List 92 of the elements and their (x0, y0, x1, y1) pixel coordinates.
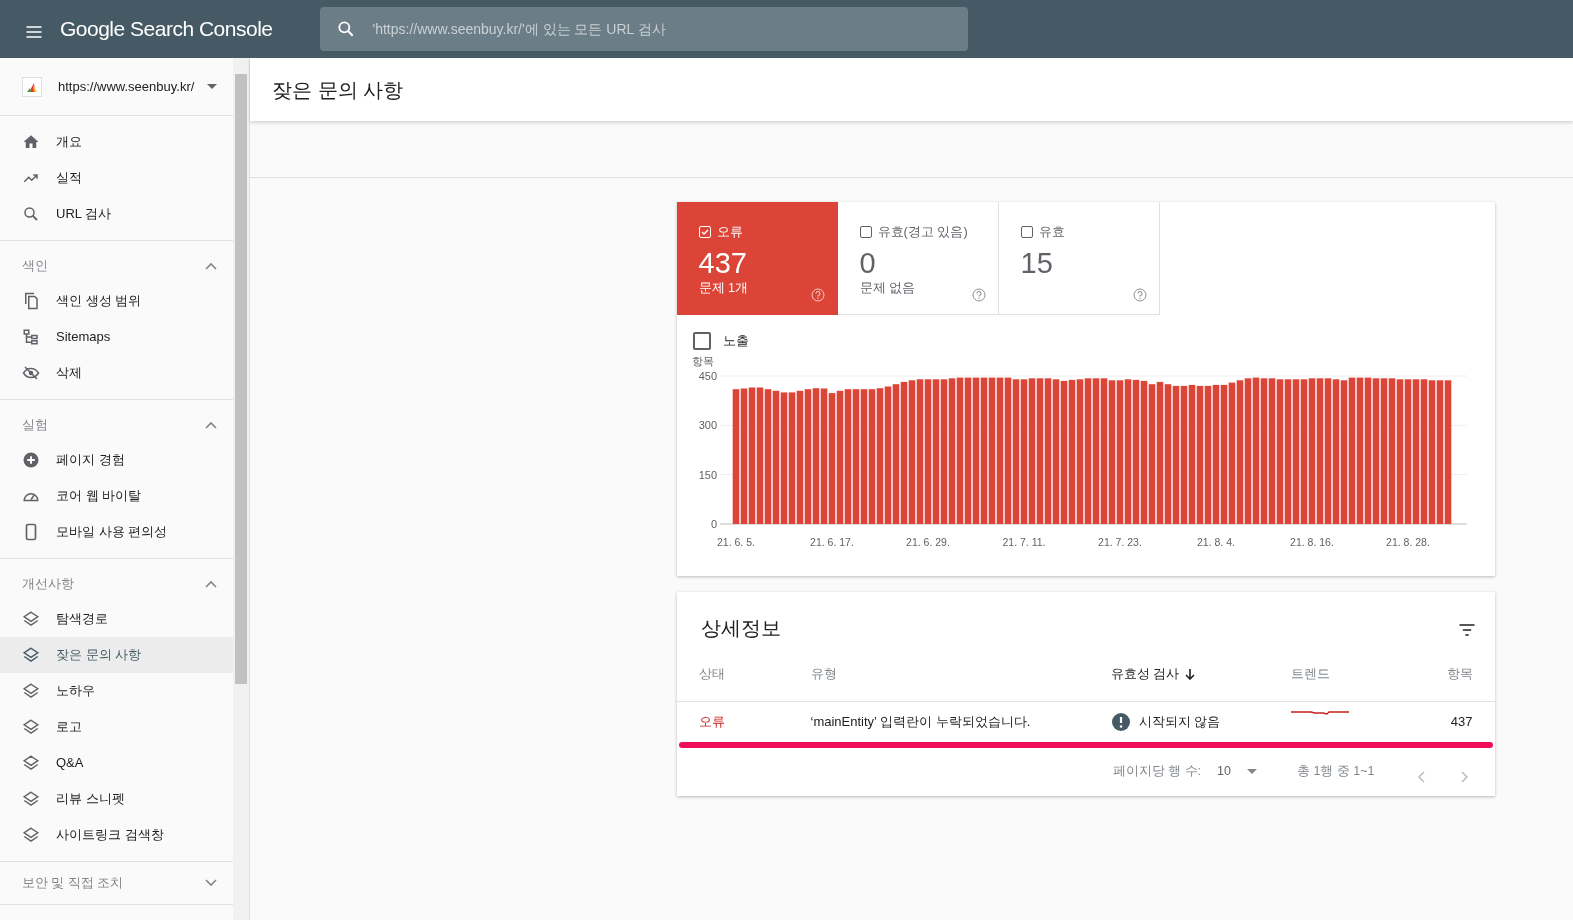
sidebar-item[interactable]: URL 검사 (0, 196, 234, 232)
sidebar-item[interactable]: 로고 (0, 709, 234, 745)
checkbox-icon (859, 225, 872, 238)
plus-circle-icon (22, 451, 40, 469)
x-tick-label: 21. 6. 17. (809, 535, 854, 548)
sidebar-item[interactable]: 개요 (0, 124, 234, 160)
url-search-field[interactable]: 'https://www.seenbuy.kr/'에 있는 모든 URL 검사 (320, 7, 969, 51)
y-tick-label: 300 (698, 418, 717, 431)
section-header[interactable]: 개선사항 (0, 567, 234, 601)
column-header[interactable]: 유형 (810, 664, 1111, 684)
x-tick-label: 21. 8. 28. (1385, 535, 1430, 548)
sidebar-item[interactable]: 색인 생성 범위 (0, 283, 234, 319)
hidden-eye-icon (22, 364, 40, 382)
column-header[interactable]: 상태 (698, 664, 811, 684)
search-icon (22, 205, 40, 223)
status-tile[interactable]: 유효(경고 있음) 0 문제 없음 (837, 202, 999, 315)
tile-label: 오류 (716, 223, 743, 241)
product-logo[interactable]: Google Search Console (60, 13, 273, 45)
sidebar-item[interactable]: 실적 (0, 160, 234, 196)
status-tile[interactable]: 오류 437 문제 1개 (676, 202, 838, 315)
impressions-checkbox[interactable] (692, 331, 711, 350)
dropdown-caret-icon (207, 84, 218, 89)
tile-subtitle: 문제 1개 (698, 280, 749, 298)
x-tick-label: 21. 8. 4. (1196, 535, 1235, 548)
site-favicon (22, 76, 42, 97)
sidebar-item[interactable]: 사이트링크 검색창 (0, 817, 234, 853)
checkbox-icon (698, 225, 711, 238)
sidebar-item[interactable]: Sitemaps (0, 319, 234, 355)
sidebar-item[interactable]: 모바일 사용 편의성 (0, 514, 234, 550)
sidebar-item[interactable]: Q&A (0, 745, 234, 781)
layers-icon (22, 790, 40, 808)
tile-count: 437 (698, 247, 748, 280)
scrollbar-thumb[interactable] (235, 74, 248, 684)
pages-icon (22, 292, 40, 310)
y-axis-label: 항목 (691, 354, 714, 367)
validation-cell-text: 시작되지 않음 (1138, 712, 1221, 731)
section-header[interactable]: 색인 (0, 249, 234, 283)
layers-icon (22, 646, 40, 664)
sidebar-item[interactable]: 잦은 문의 사항 (0, 637, 234, 673)
tile-label: 유효(경고 있음) (877, 223, 968, 241)
table-row[interactable]: 오류 ‘mainEntity’ 입력란이 누락되었습니다. 시작되지 않음 437 (676, 701, 1495, 742)
collapse-chevron-icon (205, 421, 218, 429)
x-tick-label: 21. 7. 11. (1002, 535, 1045, 548)
layers-icon (22, 754, 40, 772)
expand-chevron-icon (205, 879, 218, 887)
rows-per-page-label: 페이지당 행 수: (1112, 763, 1201, 781)
help-icon[interactable] (971, 288, 986, 302)
layers-icon (22, 826, 40, 844)
y-tick-label: 0 (710, 517, 717, 530)
impressions-label: 노출 (722, 332, 749, 350)
x-tick-label: 21. 8. 16. (1289, 535, 1334, 548)
column-header[interactable]: 트렌드 (1290, 664, 1413, 684)
sidebar-item[interactable]: 노하우 (0, 673, 234, 709)
column-header[interactable]: 유효성 검사 (1110, 664, 1291, 684)
details-title: 상세정보 (700, 615, 781, 641)
collapse-chevron-icon (205, 262, 218, 270)
rows-per-page-select[interactable]: 10 (1217, 762, 1257, 781)
x-tick-label: 21. 6. 5. (716, 535, 755, 548)
status-tile[interactable]: 유효 15 (998, 202, 1160, 315)
property-selector[interactable]: https://www.seenbuy.kr/ (0, 58, 234, 116)
type-cell-text: ‘mainEntity’ 입력란이 누락되었습니다. (810, 712, 1032, 731)
x-tick-label: 21. 7. 23. (1097, 535, 1142, 548)
section-header[interactable]: 보안 및 직접 조치 (0, 866, 234, 900)
help-icon[interactable] (1132, 288, 1147, 302)
sidebar-item[interactable]: 코어 웹 바이탈 (0, 478, 234, 514)
home-icon (22, 133, 40, 151)
layers-icon (22, 610, 40, 628)
count-cell-text: 437 (1449, 712, 1473, 731)
section-header[interactable]: 실험 (0, 408, 234, 442)
status-cell-text: 오류 (698, 712, 726, 731)
sidebar-item[interactable]: 탐색경로 (0, 601, 234, 637)
tile-label: 유효 (1038, 223, 1065, 241)
sitemap-icon (22, 328, 40, 346)
page-range: 총 1행 중 1~1 (1296, 763, 1375, 781)
layers-icon (22, 718, 40, 736)
sidebar-item[interactable]: 삭제 (0, 355, 234, 391)
sort-arrow-icon (1185, 668, 1195, 680)
sidebar-item[interactable]: 페이지 경험 (0, 442, 234, 478)
column-header[interactable]: 항목 (1412, 664, 1473, 684)
tile-subtitle: 문제 없음 (859, 280, 916, 298)
alert-icon (1110, 711, 1131, 732)
layers-icon (22, 682, 40, 700)
y-tick-label: 150 (698, 468, 717, 481)
collapse-chevron-icon (205, 580, 218, 588)
checkbox-icon (1020, 225, 1033, 238)
y-tick-label: 450 (698, 369, 717, 382)
x-tick-label: 21. 6. 29. (905, 535, 950, 548)
sidebar-item[interactable]: 리뷰 스니펫 (0, 781, 234, 817)
tile-count: 0 (859, 247, 877, 280)
page-title: 잦은 문의 사항 (272, 77, 404, 103)
tile-count: 15 (1020, 247, 1054, 280)
dropdown-caret-icon (1246, 769, 1257, 774)
